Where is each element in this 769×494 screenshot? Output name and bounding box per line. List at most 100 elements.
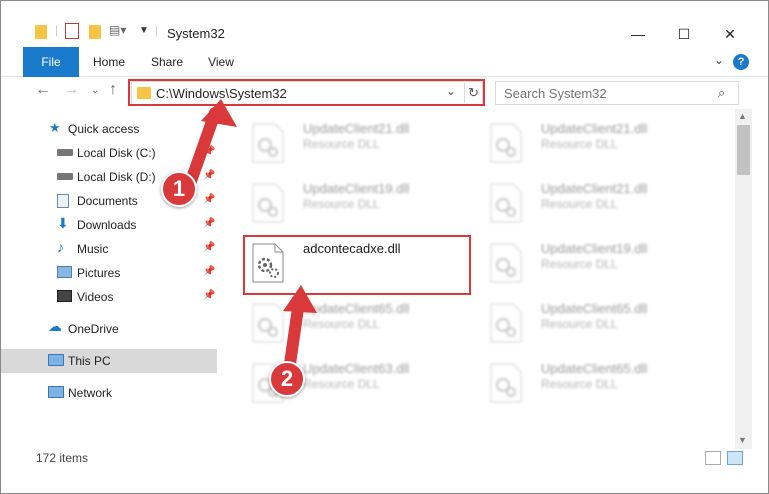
customize-toolbar-icon[interactable]: ▤▾ — [109, 23, 126, 37]
pin-icon[interactable]: 📌 — [203, 146, 215, 157]
file-item[interactable]: UpdateClient65.dll Resource DLL — [243, 299, 469, 355]
sidebar-item-downloads[interactable]: ⬇ Downloads 📌 — [1, 213, 217, 237]
recent-locations-icon[interactable]: ⌄ — [91, 85, 99, 96]
pin-icon[interactable]: 📌 — [203, 170, 215, 181]
file-name: UpdateClient19.dll — [303, 181, 410, 196]
star-icon: ★ — [49, 120, 61, 135]
dll-file-icon — [490, 123, 522, 163]
file-type: Resource DLL — [541, 257, 618, 271]
close-button[interactable]: ✕ — [707, 21, 753, 47]
downloads-icon: ⬇ — [57, 215, 69, 231]
new-folder-icon[interactable] — [89, 25, 101, 39]
scroll-down-icon[interactable]: ▼ — [738, 435, 747, 445]
pin-icon[interactable]: 📌 — [203, 290, 215, 301]
file-item[interactable]: UpdateClient19.dll Resource DLL — [481, 239, 707, 295]
window-title: System32 — [167, 26, 225, 41]
file-name: UpdateClient65.dll — [541, 361, 648, 376]
item-count: 172 items — [36, 451, 89, 465]
sidebar-item-local-disk-c[interactable]: Local Disk (C:) 📌 — [1, 141, 217, 165]
pin-icon[interactable]: 📌 — [203, 194, 215, 205]
sidebar-item-quick-access[interactable]: ★ Quick access — [1, 117, 217, 141]
navigation-pane: ★ Quick access Local Disk (C:) 📌 Local D… — [1, 109, 223, 441]
address-highlight-box — [128, 79, 485, 106]
cloud-icon: ☁ — [48, 318, 62, 334]
file-item[interactable]: UpdateClient65.dll Resource DLL — [481, 299, 707, 355]
scroll-thumb[interactable] — [737, 125, 750, 175]
file-name: UpdateClient65.dll — [541, 301, 648, 316]
file-type: Resource DLL — [541, 137, 618, 151]
dll-file-icon — [490, 183, 522, 223]
file-type: Resource DLL — [541, 377, 618, 391]
file-type: Resource DLL — [303, 197, 380, 211]
file-type: Resource DLL — [541, 317, 618, 331]
details-view-icon[interactable] — [705, 451, 721, 465]
vertical-scrollbar[interactable]: ▲ ▼ — [735, 109, 752, 449]
drive-icon — [57, 173, 73, 180]
network-icon — [48, 386, 64, 398]
dll-file-icon — [252, 183, 284, 223]
file-item[interactable]: UpdateClient21.dll Resource DLL — [481, 119, 707, 175]
sidebar-item-videos[interactable]: Videos 📌 — [1, 285, 217, 309]
step-2-callout: 2 — [269, 361, 305, 397]
ribbon: File Home Share View ⌄ ? — [1, 47, 768, 77]
expand-ribbon-icon[interactable]: ⌄ — [714, 53, 724, 67]
dll-file-icon — [490, 303, 522, 343]
file-type: Resource DLL — [303, 137, 380, 151]
dll-file-icon — [252, 303, 284, 343]
large-icons-view-icon[interactable] — [727, 451, 743, 465]
search-icon[interactable]: ⌕ — [718, 85, 725, 101]
file-item[interactable]: UpdateClient19.dll Resource DLL — [243, 179, 469, 235]
maximize-button[interactable]: ☐ — [661, 21, 707, 47]
tab-view[interactable]: View — [197, 47, 245, 77]
file-type: Resource DLL — [303, 317, 380, 331]
sidebar-item-onedrive[interactable]: ☁ OneDrive — [1, 317, 217, 341]
back-button[interactable]: ← — [35, 81, 51, 99]
pictures-icon — [57, 266, 72, 278]
tab-file[interactable]: File — [23, 47, 79, 77]
file-type: Resource DLL — [303, 377, 380, 391]
file-item[interactable]: UpdateClient21.dll Resource DLL — [243, 119, 469, 175]
navigation-bar: ← → ⌄ ↑ C:\Windows\System32 ⌄ ↻ ⌕ — [1, 77, 768, 107]
tab-home[interactable]: Home — [85, 47, 133, 77]
separator: | — [155, 23, 159, 37]
forward-button[interactable]: → — [63, 81, 79, 99]
sidebar-item-pictures[interactable]: Pictures 📌 — [1, 261, 217, 285]
explorer-window: | ▤▾ ▼ | System32 — ☐ ✕ File Home Share … — [0, 0, 769, 494]
file-name: UpdateClient19.dll — [541, 241, 648, 256]
music-icon: ♪ — [57, 239, 64, 255]
videos-icon — [57, 290, 72, 302]
help-icon[interactable]: ? — [733, 54, 749, 70]
sidebar-item-music[interactable]: ♪ Music 📌 — [1, 237, 217, 261]
dll-file-icon — [490, 363, 522, 403]
file-highlight-box — [243, 235, 471, 295]
folder-icon[interactable] — [35, 25, 47, 39]
sidebar-item-this-pc[interactable]: This PC — [1, 349, 217, 373]
up-button[interactable]: ↑ — [109, 81, 117, 99]
title-bar: | ▤▾ ▼ | System32 — ☐ ✕ — [1, 1, 768, 45]
dll-file-icon — [490, 243, 522, 283]
separator: | — [55, 23, 59, 37]
scroll-up-icon[interactable]: ▲ — [738, 111, 747, 121]
file-name: UpdateClient65.dll — [303, 301, 410, 316]
search-input[interactable] — [504, 86, 714, 101]
step-1-callout: 1 — [161, 171, 197, 207]
pin-icon[interactable]: 📌 — [203, 266, 215, 277]
file-item[interactable]: UpdateClient21.dll Resource DLL — [481, 179, 707, 235]
computer-icon — [48, 354, 64, 366]
search-box[interactable]: ⌕ — [495, 81, 739, 105]
properties-icon[interactable] — [65, 23, 79, 39]
drive-icon — [57, 149, 73, 156]
file-name: UpdateClient21.dll — [303, 121, 410, 136]
pin-icon[interactable]: 📌 — [203, 218, 215, 229]
file-item[interactable]: UpdateClient65.dll Resource DLL — [481, 359, 707, 415]
minimize-button[interactable]: — — [615, 21, 661, 47]
file-type: Resource DLL — [541, 197, 618, 211]
tab-share[interactable]: Share — [143, 47, 191, 77]
sidebar-item-network[interactable]: Network — [1, 381, 217, 405]
pin-icon[interactable]: 📌 — [203, 242, 215, 253]
status-bar: 172 items — [1, 449, 768, 469]
dll-file-icon — [252, 123, 284, 163]
dropdown-icon[interactable]: ▼ — [139, 25, 149, 36]
file-name: UpdateClient63.dll — [303, 361, 410, 376]
documents-icon — [57, 194, 69, 208]
